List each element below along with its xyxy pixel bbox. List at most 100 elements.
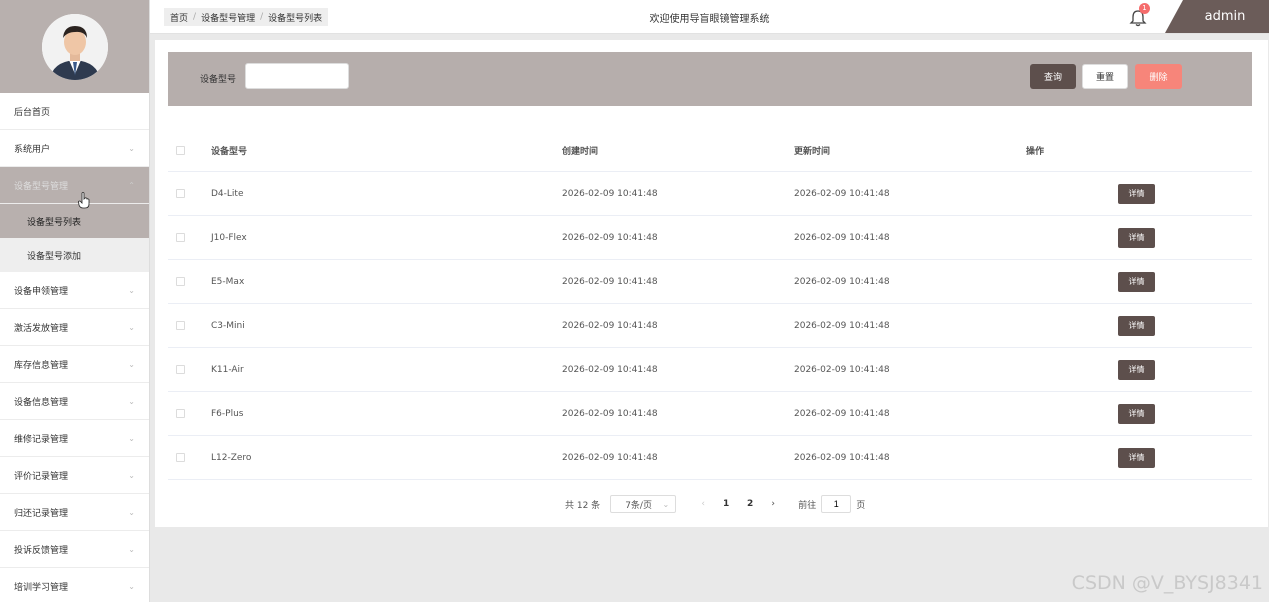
cell-updated-time: 2026-02-09 10:41:48 bbox=[794, 188, 890, 199]
column-header-device-model: 设备型号 bbox=[211, 147, 248, 157]
goto-label: 前往 bbox=[798, 500, 817, 511]
detail-button[interactable]: 详情 bbox=[1118, 447, 1155, 468]
device-model-filter-label: 设备型号 bbox=[200, 75, 237, 85]
cell-device-model: F6-Plus bbox=[211, 408, 244, 419]
chevron-down-icon: ⌄ bbox=[128, 507, 135, 517]
sidebar-item-7[interactable]: 维修记录管理 ⌄ bbox=[0, 420, 149, 457]
detail-button[interactable]: 详情 bbox=[1118, 359, 1155, 380]
cell-created-time: 2026-02-09 10:41:48 bbox=[562, 408, 658, 419]
column-header-actions: 操作 bbox=[1026, 147, 1045, 157]
prev-page-button[interactable]: ‹ bbox=[692, 499, 714, 509]
cell-created-time: 2026-02-09 10:41:48 bbox=[562, 452, 658, 463]
page-number-1[interactable]: 1 bbox=[714, 499, 738, 509]
sidebar-menu: 后台首页 系统用户 ⌄ 设备型号管理 ⌃ 设备型号列表 设备型号添加 设备申领管理 ⌄ 激活发放管… bbox=[0, 93, 149, 602]
top-header: 首页 / 设备型号管理 / 设备型号列表 欢迎使用导盲眼镜管理系统 1 admi… bbox=[150, 0, 1269, 34]
sidebar-item-8[interactable]: 评价记录管理 ⌄ bbox=[0, 457, 149, 494]
next-page-button[interactable]: › bbox=[762, 499, 784, 509]
username: admin bbox=[1204, 9, 1246, 24]
chevron-down-icon: ⌄ bbox=[128, 359, 135, 369]
cell-updated-time: 2026-02-09 10:41:48 bbox=[794, 276, 890, 287]
user-menu[interactable]: admin bbox=[1165, 0, 1269, 33]
page-title: 欢迎使用导盲眼镜管理系统 bbox=[649, 14, 770, 25]
page-size-select[interactable]: 7条/页 ⌄ bbox=[610, 495, 677, 513]
detail-button[interactable]: 详情 bbox=[1118, 403, 1155, 424]
submenu-item-0[interactable]: 设备型号列表 bbox=[0, 204, 149, 238]
sidebar-item-label: 激活发放管理 bbox=[14, 323, 69, 334]
sidebar-item-10[interactable]: 投诉反馈管理 ⌄ bbox=[0, 531, 149, 568]
column-header-updated-time: 更新时间 bbox=[794, 147, 831, 157]
avatar[interactable] bbox=[41, 13, 108, 80]
table-row: K11-Air 2026-02-09 10:41:48 2026-02-09 10:… bbox=[168, 348, 1252, 392]
chevron-down-icon: ⌄ bbox=[128, 322, 135, 332]
sidebar-item-label: 系统用户 bbox=[14, 144, 51, 155]
chevron-down-icon: ⌄ bbox=[128, 470, 135, 480]
table-body: D4-Lite 2026-02-09 10:41:48 2026-02-09 10:… bbox=[168, 172, 1252, 480]
page-suffix-label: 页 bbox=[856, 500, 866, 511]
chevron-down-icon: ⌄ bbox=[128, 433, 135, 443]
avatar-person-icon bbox=[41, 13, 108, 80]
cell-device-model: L12-Zero bbox=[211, 452, 252, 463]
row-checkbox[interactable] bbox=[176, 277, 185, 286]
cell-device-model: K11-Air bbox=[211, 364, 244, 375]
table-row: E5-Max 2026-02-09 10:41:48 2026-02-09 10:4… bbox=[168, 260, 1252, 304]
cell-updated-time: 2026-02-09 10:41:48 bbox=[794, 232, 890, 243]
cell-updated-time: 2026-02-09 10:41:48 bbox=[794, 364, 890, 375]
table-row: C3-Mini 2026-02-09 10:41:48 2026-02-09 10:… bbox=[168, 304, 1252, 348]
sidebar-item-1[interactable]: 系统用户 ⌄ bbox=[0, 130, 149, 167]
row-checkbox[interactable] bbox=[176, 189, 185, 198]
cell-created-time: 2026-02-09 10:41:48 bbox=[562, 364, 658, 375]
sidebar-item-0[interactable]: 后台首页 bbox=[0, 93, 149, 130]
sidebar-item-2[interactable]: 设备型号管理 ⌃ bbox=[0, 167, 149, 204]
chevron-down-icon: ⌄ bbox=[128, 285, 135, 295]
table-row: F6-Plus 2026-02-09 10:41:48 2026-02-09 10:… bbox=[168, 392, 1252, 436]
sidebar-item-4[interactable]: 激活发放管理 ⌄ bbox=[0, 309, 149, 346]
cell-device-model: J10-Flex bbox=[211, 232, 247, 243]
cell-device-model: C3-Mini bbox=[211, 320, 245, 331]
chevron-down-icon: ⌄ bbox=[128, 396, 135, 406]
sidebar-item-6[interactable]: 设备信息管理 ⌄ bbox=[0, 383, 149, 420]
goto-page-input[interactable] bbox=[821, 495, 852, 513]
submenu-item-1[interactable]: 设备型号添加 bbox=[0, 238, 149, 272]
delete-button[interactable]: 删除 bbox=[1135, 64, 1182, 89]
chevron-up-icon: ⌃ bbox=[128, 180, 135, 190]
page-number-2[interactable]: 2 bbox=[738, 499, 762, 509]
chevron-down-icon: ⌄ bbox=[662, 499, 670, 509]
detail-button[interactable]: 详情 bbox=[1118, 227, 1155, 248]
search-filter-bar: 设备型号 查询 重置 删除 bbox=[168, 52, 1252, 106]
pagination: 共 12 条 7条/页 ⌄ ‹ 1 2 › 前往 页 bbox=[565, 494, 865, 514]
chevron-down-icon: ⌄ bbox=[128, 143, 135, 153]
sidebar-item-label: 设备型号管理 bbox=[14, 181, 69, 192]
cell-device-model: D4-Lite bbox=[211, 188, 244, 199]
cell-created-time: 2026-02-09 10:41:48 bbox=[562, 232, 658, 243]
total-count: 共 12 条 bbox=[565, 500, 601, 511]
sidebar-item-label: 投诉反馈管理 bbox=[14, 545, 69, 556]
row-checkbox[interactable] bbox=[176, 409, 185, 418]
device-model-search-input[interactable] bbox=[245, 63, 349, 89]
sidebar-item-3[interactable]: 设备申领管理 ⌄ bbox=[0, 272, 149, 309]
detail-button[interactable]: 详情 bbox=[1118, 315, 1155, 336]
sidebar-item-label: 培训学习管理 bbox=[14, 582, 69, 593]
notification-badge: 1 bbox=[1139, 3, 1150, 14]
sidebar-item-11[interactable]: 培训学习管理 ⌄ bbox=[0, 568, 149, 602]
sidebar: 后台首页 系统用户 ⌄ 设备型号管理 ⌃ 设备型号列表 设备型号添加 设备申领管理 ⌄ 激活发放管… bbox=[0, 0, 150, 602]
row-checkbox[interactable] bbox=[176, 365, 185, 374]
detail-button[interactable]: 详情 bbox=[1118, 271, 1155, 292]
sidebar-item-label: 设备申领管理 bbox=[14, 286, 69, 297]
cell-created-time: 2026-02-09 10:41:48 bbox=[562, 188, 658, 199]
sidebar-item-9[interactable]: 归还记录管理 ⌄ bbox=[0, 494, 149, 531]
hand-cursor-icon bbox=[78, 192, 90, 209]
detail-button[interactable]: 详情 bbox=[1118, 183, 1155, 204]
table-row: J10-Flex 2026-02-09 10:41:48 2026-02-09 10… bbox=[168, 216, 1252, 260]
row-checkbox[interactable] bbox=[176, 453, 185, 462]
cell-created-time: 2026-02-09 10:41:48 bbox=[562, 276, 658, 287]
sidebar-item-5[interactable]: 库存信息管理 ⌄ bbox=[0, 346, 149, 383]
query-button[interactable]: 查询 bbox=[1030, 64, 1076, 89]
sidebar-item-label: 维修记录管理 bbox=[14, 434, 69, 445]
cell-created-time: 2026-02-09 10:41:48 bbox=[562, 320, 658, 331]
table-header-row: 设备型号 创建时间 更新时间 操作 bbox=[168, 130, 1252, 172]
row-checkbox[interactable] bbox=[176, 321, 185, 330]
row-checkbox[interactable] bbox=[176, 233, 185, 242]
page-size-value: 7条/页 bbox=[625, 500, 652, 511]
select-all-checkbox[interactable] bbox=[176, 146, 185, 155]
reset-button[interactable]: 重置 bbox=[1082, 64, 1128, 89]
